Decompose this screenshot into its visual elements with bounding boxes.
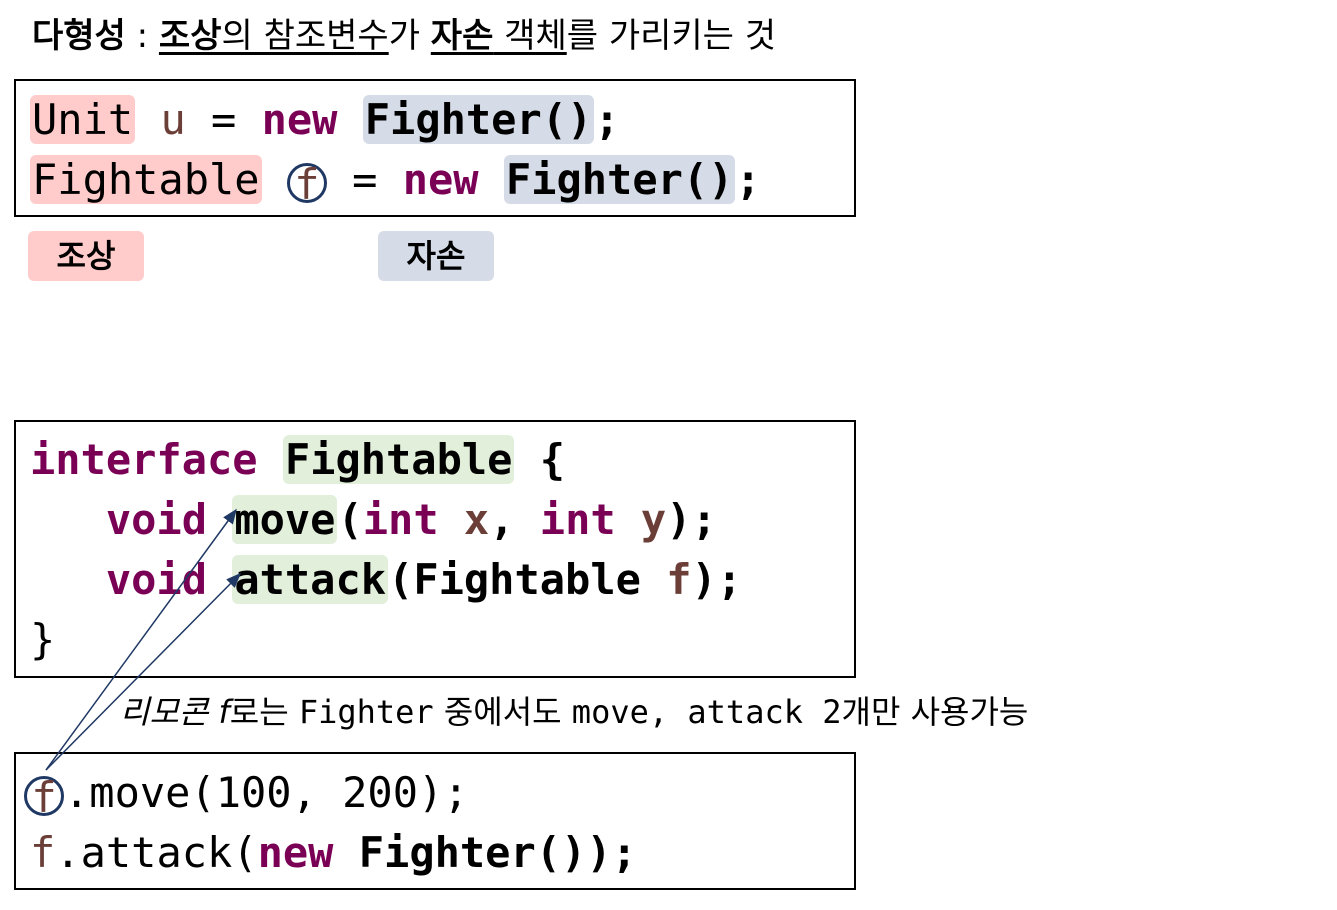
note-fighter: Fighter (298, 693, 434, 731)
param-f: f (640, 555, 692, 604)
keyword-int: int (539, 495, 616, 544)
note-text: 중에서도 (433, 693, 572, 731)
page-title: 다형성 : 조상의 참조변수가 자손 객체를 가리키는 것 (32, 14, 776, 58)
declaration-code-box: Unit u = new Fighter(); Fightable f = ne… (14, 79, 856, 217)
title-rest: 를 가리키는 것 (566, 16, 777, 56)
circled-var-f: f (24, 775, 64, 818)
title-colon: : (125, 16, 159, 56)
descendant-tag: 자손 (378, 231, 494, 281)
term-object: 객체 (493, 16, 567, 56)
note-italic: 리모콘 f (120, 693, 230, 731)
code-line-attack: void attack(Fightable f); (30, 554, 742, 606)
semicolon: ; (735, 155, 761, 204)
open-paren: ( (388, 555, 414, 604)
keyword-void: void (105, 495, 208, 544)
term-ancestor: 조상 (158, 16, 222, 56)
term-polymorphism: 다형성 (32, 16, 126, 56)
note-text: 개만 사용가능 (841, 693, 1029, 731)
attack-call: .attack( (55, 828, 258, 877)
semicolon: ; (594, 95, 620, 144)
close-paren: ); (666, 495, 717, 544)
keyword-void: void (105, 555, 208, 604)
code-line-unit: Unit u = new Fighter(); (30, 94, 620, 146)
param-x: x (438, 495, 490, 544)
param-y: y (615, 495, 667, 544)
circled-var-f: f (286, 162, 327, 205)
term-reference-variable: 의 참조변수 (221, 16, 389, 56)
ancestor-tag: 조상 (28, 231, 144, 281)
keyword-new: new (402, 155, 479, 204)
ancestor-type-unit: Unit (30, 95, 136, 144)
keyword-int: int (362, 495, 439, 544)
code-line-move: void move(int x, int y); (30, 494, 717, 546)
code-line-attack-call: f.attack(new Fighter()); (30, 827, 637, 879)
ctor-fighter: Fighter() (358, 828, 587, 877)
remote-control-note: 리모콘 f로는 Fighter 중에서도 move, attack 2개만 사용… (120, 690, 1028, 734)
open-paren: ( (337, 495, 363, 544)
var-u: u (135, 95, 186, 144)
descendant-ctor-fighter: Fighter() (503, 155, 736, 204)
assign-op: = (185, 95, 262, 144)
var-f: f (30, 828, 56, 877)
method-attack: attack (232, 555, 389, 604)
close-paren: ); (586, 828, 637, 877)
code-line-interface: interface Fightable { (30, 434, 565, 486)
method-move: move (232, 495, 338, 544)
code-line-fightable: Fightable f = new Fighter(); (30, 154, 761, 206)
descendant-ctor-fighter: Fighter() (362, 95, 595, 144)
ancestor-type-fightable: Fightable (30, 155, 262, 204)
usage-code-box: f .move(100, 200); f.attack(new Fighter()… (14, 752, 856, 890)
close-brace: } (30, 615, 56, 664)
note-text: 로는 (229, 693, 299, 731)
interface-name: Fightable (282, 435, 515, 484)
param-type-fightable: Fightable (413, 555, 641, 604)
interface-code-box: interface Fightable { void move(int x, i… (14, 420, 856, 678)
comma: , (489, 495, 540, 544)
term-descendant: 자손 (430, 16, 494, 56)
code-line-move-call: f .move(100, 200); (24, 767, 469, 819)
keyword-interface: interface (30, 435, 258, 484)
code-line-close: } (30, 614, 55, 666)
title-particle: 가 (388, 16, 431, 56)
assign-op: = (326, 155, 403, 204)
keyword-new: new (257, 828, 334, 877)
open-brace: { (514, 435, 566, 484)
note-methods: move, attack 2 (571, 693, 842, 731)
keyword-new: new (261, 95, 338, 144)
move-call: .move(100, 200); (64, 768, 469, 817)
close-paren: ); (691, 555, 743, 604)
